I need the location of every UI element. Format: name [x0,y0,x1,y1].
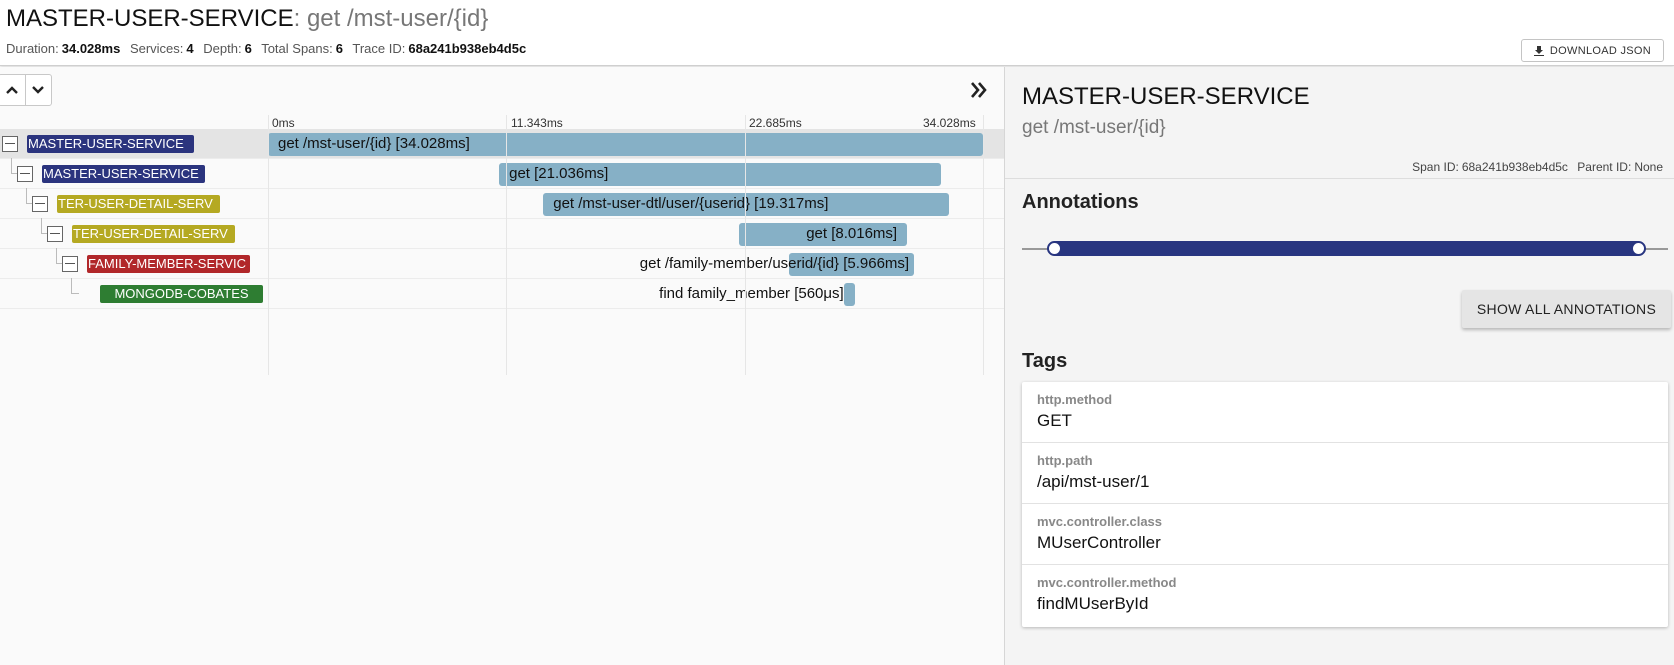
span-name-label: get /mst-user/{id} [34.028ms] [278,135,470,152]
duration-label: Duration: [6,41,59,56]
collapse-box-icon[interactable] [17,166,33,182]
tag-row: mvc.controller.class MUserController [1022,504,1668,565]
span-id-label: Span ID: [1412,160,1459,174]
span-duration-bar[interactable] [843,283,856,306]
service-name-badge: TER-USER-DETAIL-SERV [72,225,235,243]
trace-root-service: MASTER-USER-SERVICE [6,5,294,32]
service-name-badge: MASTER-USER-SERVICE [27,135,194,153]
tag-key: mvc.controller.method [1037,575,1177,590]
next-span-button[interactable] [26,75,52,105]
tag-key: http.path [1037,453,1093,468]
timeline-gridline [506,115,507,375]
timeline-gridline [983,115,984,375]
tag-row: mvc.controller.method findMUserById [1022,565,1668,626]
span-detail-panel: MASTER-USER-SERVICE get /mst-user/{id} S… [1004,67,1674,665]
trace-summary: Duration: 34.028ms Services: 4 Depth: 6 Tot… [6,41,532,56]
parent-id-label: Parent ID: [1577,160,1632,174]
annotations-title: Annotations [1022,191,1139,213]
service-name-badge: FAMILY-MEMBER-SERVIC [87,255,250,273]
previous-span-button[interactable] [0,75,26,105]
annotation-end-marker[interactable] [1631,241,1646,256]
service-name-badge: MASTER-USER-SERVICE [42,165,205,183]
tag-key: http.method [1037,392,1113,407]
span-row[interactable]: MONGODB-COBATES find family_member [560μs… [0,278,1004,309]
tag-key: mvc.controller.class [1037,514,1163,529]
span-row[interactable]: MASTER-USER-SERVICE get /mst-user/{id} [3… [0,129,1004,159]
double-chevron-right-icon[interactable] [968,79,990,101]
span-row[interactable]: MASTER-USER-SERVICE get [21.036ms] [0,158,1004,189]
span-name-label: get [21.036ms] [509,165,609,182]
tag-value: findMUserById [1037,594,1149,613]
trace-root-span-name: get /mst-user/{id} [300,5,489,32]
download-icon [1533,45,1544,56]
depth-label: Depth: [203,41,242,56]
detail-service-name: MASTER-USER-SERVICE [1022,83,1310,110]
trace-id-label: Trace ID: [352,41,406,56]
chevron-up-icon [5,86,18,94]
services-label: Services: [129,41,184,56]
timeline-gridline [745,115,746,375]
span-id-value: 68a241b938eb4d5c [1461,160,1568,174]
total-spans-value: 6 [335,41,343,56]
span-nav-buttons [0,74,52,106]
parent-id-value: None [1634,160,1663,174]
tag-value: MUserController [1037,533,1161,552]
span-ids: Span ID: 68a241b938eb4d5c Parent ID: None [1406,160,1663,174]
timeline-panel: 0ms 11.343ms 22.685ms 34.028ms MASTER-US… [0,67,1004,665]
annotation-range-bar [1054,241,1639,256]
tick-label: 34.028ms [923,116,976,130]
span-name-label: find family_member [560μs] [659,285,844,302]
duration-value: 34.028ms [61,41,121,56]
tags-title: Tags [1022,350,1068,372]
span-row[interactable]: TER-USER-DETAIL-SERV get /mst-user-dtl/us… [0,188,1004,219]
collapse-box-icon[interactable] [2,136,18,152]
trace-title: MASTER-USER-SERVICE: get /mst-user/{id} [6,4,488,34]
trace-header: MASTER-USER-SERVICE: get /mst-user/{id} … [0,0,1674,66]
collapse-box-icon[interactable] [32,196,48,212]
collapse-box-icon[interactable] [62,256,78,272]
annotation-start-marker[interactable] [1047,241,1062,256]
span-row[interactable]: TER-USER-DETAIL-SERV get [8.016ms] [0,218,1004,249]
chevron-down-icon [32,86,45,94]
depth-value: 6 [244,41,252,56]
total-spans-label: Total Spans: [261,41,333,56]
timeline-gridline [268,115,269,375]
service-name-badge: TER-USER-DETAIL-SERV [57,195,220,213]
span-row[interactable]: FAMILY-MEMBER-SERVIC get /family-member/u… [0,248,1004,279]
download-json-button[interactable]: DOWNLOAD JSON [1520,39,1664,62]
tag-row: http.path /api/mst-user/1 [1022,443,1668,504]
service-name-badge: MONGODB-COBATES [100,285,263,303]
span-name-label: get /family-member/userid/{id} [5.966ms] [639,255,910,272]
download-json-label: DOWNLOAD JSON [1549,44,1651,57]
tick-label: 11.343ms [511,116,563,130]
span-name-label: get [8.016ms] [806,225,898,242]
collapse-box-icon[interactable] [47,226,63,242]
span-detail-header: MASTER-USER-SERVICE get /mst-user/{id} S… [1005,67,1674,179]
span-name-label: get /mst-user-dtl/user/{userid} [19.317m… [553,195,829,212]
tag-row: http.method GET [1022,382,1668,443]
tag-value: GET [1037,411,1072,430]
tags-list: http.method GET http.path /api/mst-user/… [1022,382,1668,627]
tree-connector [71,278,79,294]
show-all-annotations-button[interactable]: SHOW ALL ANNOTATIONS [1462,290,1671,328]
services-value: 4 [186,41,194,56]
tick-label: 22.685ms [749,116,802,130]
trace-id-value: 68a241b938eb4d5c [408,41,527,56]
detail-span-name: get /mst-user/{id} [1022,117,1166,138]
tick-label: 0ms [272,116,295,130]
tag-value: /api/mst-user/1 [1037,472,1150,491]
